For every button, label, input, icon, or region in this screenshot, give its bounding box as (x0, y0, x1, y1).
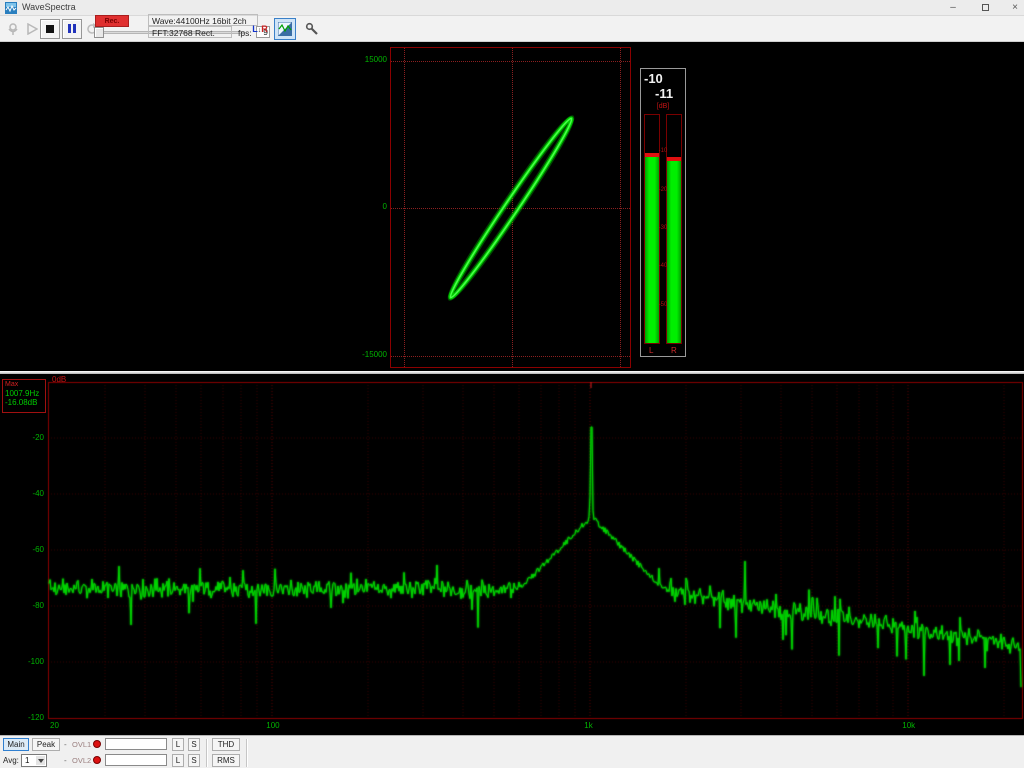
level-meter: -10 -11 [dB] -10 -20 -30 -40 -50 L R (640, 68, 686, 357)
record-button[interactable] (3, 19, 23, 39)
wrench-icon (305, 22, 319, 36)
thd-button[interactable]: THD (212, 738, 240, 751)
pause-icon (67, 20, 77, 38)
file2-input[interactable] (105, 754, 167, 766)
stop-icon (46, 25, 54, 33)
lr-channel-icon: L↓R (252, 24, 268, 34)
meter-scale-label: -10 (641, 148, 685, 154)
lissajous-scale-max: 15000 (351, 55, 387, 64)
lissajous-scale-zero: 0 (351, 202, 387, 211)
toolbar: Rec. Wave:44100Hz 16bit 2ch FFT:32768 Re… (0, 16, 1024, 42)
max-frequency-readout: 1007.9Hz (5, 389, 43, 398)
lissajous-scale-min: -15000 (351, 350, 387, 359)
left-peak-readout: -10 (644, 71, 663, 86)
dash-separator: - (64, 756, 67, 765)
y-axis-origin-label: 0dB (52, 375, 66, 384)
spectrum-y-tick-label: -60 (10, 545, 44, 554)
spectrum-y-tick-label: -100 (10, 657, 44, 666)
chevron-down-icon (36, 756, 45, 765)
main-view-button[interactable]: Main (3, 738, 29, 751)
right-peak-readout: -11 (655, 86, 673, 101)
max-readout-title: Max (5, 381, 43, 389)
ovl2-label: OVL2 (72, 756, 91, 765)
meter-scale-label: -40 (641, 263, 685, 269)
meter-green-fill (645, 157, 659, 343)
spectrum-plot (0, 374, 1024, 735)
spectrum-y-tick-label: -40 (10, 489, 44, 498)
rec-indicator-badge: Rec. (95, 15, 129, 27)
max-readout-box: Max 1007.9Hz -16.08dB (2, 379, 46, 413)
ovl1-label: OVL1 (72, 740, 91, 749)
stop-button[interactable] (40, 19, 60, 39)
avg-selected-value: 1 (25, 756, 29, 765)
record-device-icon (6, 22, 20, 36)
l-button-2[interactable]: L (172, 754, 184, 767)
l-button-1[interactable]: L (172, 738, 184, 751)
spectrum-x-tick-label: 20 (50, 721, 59, 730)
avg-select[interactable]: 1 (21, 754, 47, 767)
lissajous-trace (390, 47, 631, 368)
scope-panel: 15000 0 -15000 -10 -11 [dB] -10 -20 -30 -40… (0, 42, 1024, 371)
meter-scale-label: -50 (641, 302, 685, 308)
rms-button[interactable]: RMS (212, 754, 240, 767)
spectrum-panel: Max 1007.9Hz -16.08dB 0dB -20 -40 -60 -80 -1… (0, 374, 1024, 735)
minimize-button[interactable]: – (938, 0, 968, 16)
spectrum-y-tick-label: -80 (10, 601, 44, 610)
status-row-2: Avg: 1 - OVL2 L S RMS (0, 753, 1024, 768)
spectrum-x-tick-label: 100 (266, 721, 279, 730)
spectrum-x-tick-label: 1k (584, 721, 592, 730)
wave-display-icon (278, 22, 292, 36)
status-row-1: Main Peak - OVL1 L S THD (0, 737, 1024, 753)
left-channel-label: L (649, 346, 653, 355)
play-icon (26, 23, 38, 35)
channel-copy-button[interactable]: L↓R (250, 19, 270, 39)
pause-button[interactable] (62, 19, 82, 39)
right-channel-label: R (671, 346, 677, 355)
settings-button[interactable] (302, 19, 322, 39)
ovl1-led (93, 740, 101, 748)
play-button[interactable] (22, 19, 42, 39)
wave-format-readout: Wave:44100Hz 16bit 2ch (148, 14, 258, 26)
maximize-button[interactable] (970, 0, 1000, 16)
s-button-2[interactable]: S (188, 754, 200, 767)
app-icon (5, 2, 17, 14)
meter-scale-label: -30 (641, 225, 685, 231)
maximize-icon (982, 4, 989, 11)
peak-view-button[interactable]: Peak (32, 738, 60, 751)
display-mode-button[interactable] (274, 18, 296, 40)
meter-unit-label: [dB] (641, 103, 685, 110)
ovl2-led (93, 756, 101, 764)
spectrum-y-tick-label: -120 (10, 713, 44, 722)
max-level-readout: -16.08dB (5, 398, 43, 407)
close-button[interactable]: × (1000, 0, 1024, 16)
dash-separator: - (64, 740, 67, 749)
spectrum-x-tick-label: 10k (902, 721, 915, 730)
s-button-1[interactable]: S (188, 738, 200, 751)
spectrum-y-tick-label: -20 (10, 433, 44, 442)
meter-scale-label: -20 (641, 187, 685, 193)
file1-input[interactable] (105, 738, 167, 750)
fft-settings-readout: FFT:32768 Rect. (148, 26, 232, 38)
seek-slider-thumb[interactable] (94, 27, 104, 38)
window-title: WaveSpectra (22, 2, 76, 12)
avg-label: Avg: (3, 756, 19, 765)
status-bar: Main Peak - OVL1 L S THD Avg: 1 - OVL2 L… (0, 735, 1024, 768)
